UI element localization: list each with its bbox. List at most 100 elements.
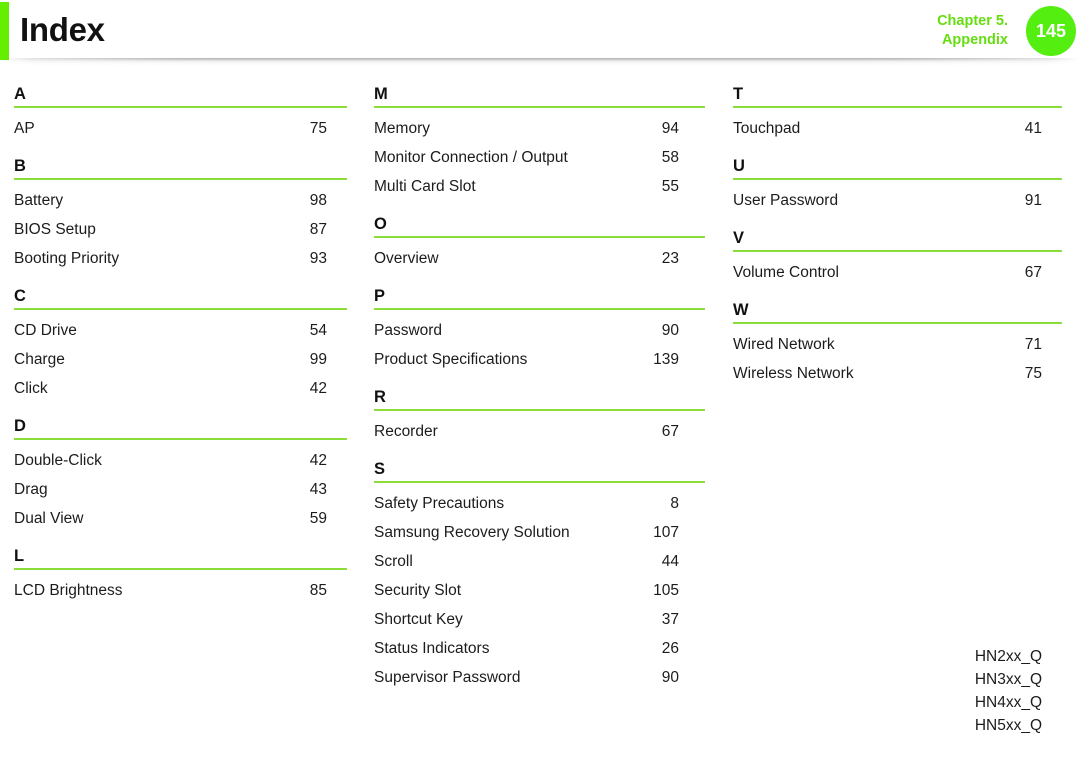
letter-heading: A <box>14 85 26 103</box>
letter-heading: P <box>374 287 386 305</box>
entry-page-number: 44 <box>661 553 679 570</box>
index-column-3: T Touchpad 41 U User Password 91 V Volume Contr… <box>733 84 1062 388</box>
letter-rule <box>733 106 1062 108</box>
index-entry[interactable]: Shortcut Key 37 <box>374 605 705 634</box>
entry-title: Battery <box>14 192 64 209</box>
index-entry[interactable]: Monitor Connection / Output 58 <box>374 143 705 172</box>
letter-rule <box>14 568 347 570</box>
entry-page-number: 67 <box>661 423 679 440</box>
index-entry[interactable]: Safety Precautions 8 <box>374 489 705 518</box>
index-entry[interactable]: Supervisor Password 90 <box>374 663 705 692</box>
letter-heading: D <box>14 417 26 435</box>
letter-rule <box>374 236 705 238</box>
letter-rule <box>733 178 1062 180</box>
letter-heading: V <box>733 229 745 247</box>
entry-title: CD Drive <box>14 322 77 339</box>
entry-title: Touchpad <box>733 120 801 137</box>
letter-rule <box>14 106 347 108</box>
entry-list: Double-Click 42 Drag 43 Dual View 59 <box>14 446 347 533</box>
index-entry[interactable]: Wired Network 71 <box>733 330 1062 359</box>
letter-heading: L <box>14 547 25 565</box>
index-entry[interactable]: Battery 98 <box>14 186 347 215</box>
letter-heading: R <box>374 388 386 406</box>
index-entry[interactable]: AP 75 <box>14 114 347 143</box>
entry-title: Safety Precautions <box>374 495 505 512</box>
index-entry[interactable]: Recorder 67 <box>374 417 705 446</box>
entry-title: Product Specifications <box>374 351 528 368</box>
index-entry[interactable]: User Password 91 <box>733 186 1062 215</box>
letter-rule <box>374 308 705 310</box>
entry-list: Volume Control 67 <box>733 258 1062 287</box>
letter-group: B Battery 98 BIOS Setup 87 Booting Priority 93 <box>14 156 347 273</box>
entry-page-number: 41 <box>1024 120 1042 137</box>
entry-title: Wired Network <box>733 336 835 353</box>
entry-title: Password <box>374 322 443 339</box>
index-entry[interactable]: LCD Brightness 85 <box>14 576 347 605</box>
entry-title: Click <box>14 380 48 397</box>
index-entry[interactable]: Security Slot 105 <box>374 576 705 605</box>
entry-title: LCD Brightness <box>14 582 123 599</box>
letter-rule <box>374 409 705 411</box>
index-entry[interactable]: Double-Click 42 <box>14 446 347 475</box>
letter-group: O Overview 23 <box>374 214 705 273</box>
entry-title: Status Indicators <box>374 640 490 657</box>
letter-group: V Volume Control 67 <box>733 228 1062 287</box>
entry-list: Touchpad 41 <box>733 114 1062 143</box>
index-entry[interactable]: Drag 43 <box>14 475 347 504</box>
model-number: HN2xx_Q <box>974 648 1042 665</box>
index-column-1: A AP 75 B Battery 98 BIOS Setup 87 Booting Prior… <box>14 84 347 605</box>
index-entry[interactable]: Charge 99 <box>14 345 347 374</box>
page-title: Index <box>20 11 105 48</box>
entry-list: Battery 98 BIOS Setup 87 Booting Priority 93 <box>14 186 347 273</box>
index-entry[interactable]: Multi Card Slot 55 <box>374 172 705 201</box>
index-entry[interactable]: Memory 94 <box>374 114 705 143</box>
entry-page-number: 93 <box>309 250 327 267</box>
entry-page-number: 139 <box>653 351 679 368</box>
index-entry[interactable]: Volume Control 67 <box>733 258 1062 287</box>
model-number: HN4xx_Q <box>974 694 1042 711</box>
letter-rule <box>374 481 705 483</box>
letter-group: U User Password 91 <box>733 156 1062 215</box>
page-header: Index Chapter 5. Appendix 145 <box>0 0 1080 67</box>
index-entry[interactable]: Password 90 <box>374 316 705 345</box>
letter-rule <box>14 178 347 180</box>
entry-title: Memory <box>374 120 430 137</box>
letter-group: W Wired Network 71 Wireless Network 75 <box>733 300 1062 388</box>
index-entry[interactable]: Touchpad 41 <box>733 114 1062 143</box>
model-number-list: HN2xx_Q HN3xx_Q HN4xx_Q HN5xx_Q <box>733 645 1062 737</box>
letter-heading: O <box>374 215 387 233</box>
index-entry[interactable]: Status Indicators 26 <box>374 634 705 663</box>
index-entry[interactable]: Product Specifications 139 <box>374 345 705 374</box>
entry-list: Wired Network 71 Wireless Network 75 <box>733 330 1062 388</box>
entry-page-number: 98 <box>309 192 327 209</box>
entry-title: Samsung Recovery Solution <box>374 524 570 541</box>
index-entry[interactable]: Wireless Network 75 <box>733 359 1062 388</box>
index-entry[interactable]: Samsung Recovery Solution 107 <box>374 518 705 547</box>
index-entry[interactable]: Scroll 44 <box>374 547 705 576</box>
entry-title: AP <box>14 120 35 137</box>
entry-list: Safety Precautions 8 Samsung Recovery Solu… <box>374 489 705 692</box>
index-entry[interactable]: Dual View 59 <box>14 504 347 533</box>
entry-title: BIOS Setup <box>14 221 96 238</box>
index-entry[interactable]: BIOS Setup 87 <box>14 215 347 244</box>
entry-page-number: 67 <box>1024 264 1042 281</box>
entry-title: Drag <box>14 481 48 498</box>
entry-page-number: 43 <box>309 481 327 498</box>
index-entry[interactable]: CD Drive 54 <box>14 316 347 345</box>
entry-list: Recorder 67 <box>374 417 705 446</box>
letter-heading: B <box>14 157 26 175</box>
chapter-label-line1: Chapter 5. <box>937 13 1008 29</box>
entry-page-number: 75 <box>1024 365 1042 382</box>
entry-title: Volume Control <box>733 264 839 281</box>
entry-page-number: 87 <box>309 221 327 238</box>
index-entry[interactable]: Overview 23 <box>374 244 705 273</box>
letter-group: S Safety Precautions 8 Samsung Recovery Sol… <box>374 459 705 692</box>
entry-list: Memory 94 Monitor Connection / Output 58 Mul… <box>374 114 705 201</box>
entry-list: LCD Brightness 85 <box>14 576 347 605</box>
entry-title: User Password <box>733 192 839 209</box>
index-entry[interactable]: Booting Priority 93 <box>14 244 347 273</box>
index-entry[interactable]: Click 42 <box>14 374 347 403</box>
model-number: HN5xx_Q <box>974 717 1042 734</box>
letter-rule <box>374 106 705 108</box>
entry-title: Charge <box>14 351 65 368</box>
